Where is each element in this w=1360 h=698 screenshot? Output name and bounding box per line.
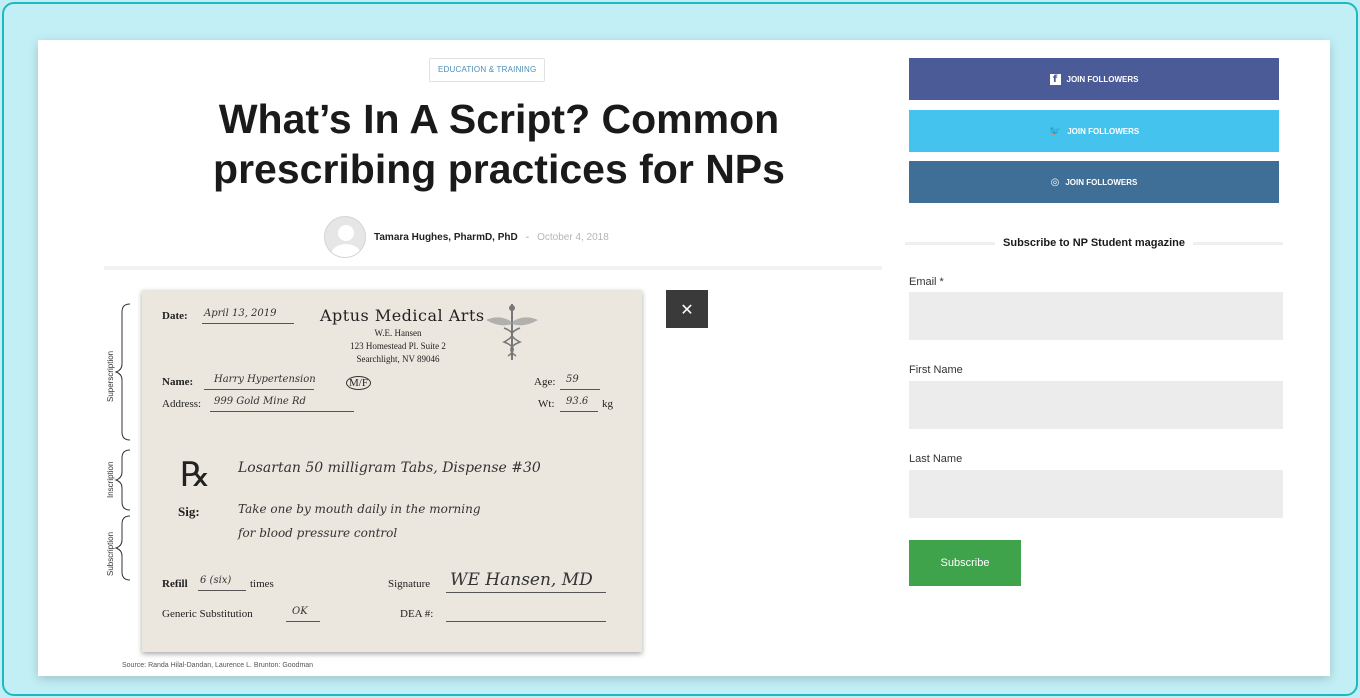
rx-sig-line-2: for blood pressure control <box>238 526 398 540</box>
author-avatar[interactable] <box>324 216 366 258</box>
last-name-label: Last Name <box>909 453 963 465</box>
rx-inscription: Losartan 50 milligram Tabs, Dispense #30 <box>238 460 541 476</box>
subscription-label: Subscription <box>106 531 115 576</box>
email-label: Email * <box>909 276 944 288</box>
rx-refill-label: Refill <box>162 578 188 590</box>
rx-signature-label: Signature <box>388 578 431 590</box>
instagram-follow-label: JOIN FOLLOWERS <box>1065 177 1138 187</box>
rx-date-label: Date: <box>162 310 188 322</box>
prescription-card: Date: April 13, 2019 Aptus Medical Arts … <box>142 290 642 652</box>
caduceus-icon <box>486 304 538 360</box>
rx-age-value: 59 <box>566 374 579 385</box>
rx-sig-label: Sig: <box>178 504 200 519</box>
rx-generic-value: OK <box>292 606 308 617</box>
rx-name-label: Name: <box>162 376 194 388</box>
instagram-follow-button[interactable]: ◎ JOIN FOLLOWERS <box>909 161 1279 203</box>
clinic-person: W.E. Hansen <box>374 328 422 338</box>
rx-refill-suffix: times <box>250 578 274 590</box>
image-source-caption: Source: Randa Hilal-Dandan, Laurence L. … <box>122 662 314 669</box>
rx-wt-label: Wt: <box>538 398 555 410</box>
facebook-icon: f <box>1049 73 1061 85</box>
twitter-follow-label: JOIN FOLLOWERS <box>1067 126 1140 136</box>
rx-refill-value: 6 (six) <box>200 575 232 586</box>
rx-name-value: Harry Hypertension <box>214 374 316 385</box>
rx-age-label: Age: <box>534 376 556 388</box>
subscribe-heading: Subscribe to NP Student magazine <box>905 234 1284 252</box>
subscribe-heading-text: Subscribe to NP Student magazine <box>1003 237 1185 249</box>
rx-address-label: Address: <box>162 398 202 410</box>
article-title: What’s In A Script? Common prescribing p… <box>213 96 785 192</box>
instagram-icon: ◎ <box>1050 176 1060 188</box>
rx-dea-label: DEA #: <box>400 608 434 620</box>
clinic-address-1: 123 Homestead Pl. Suite 2 <box>350 341 446 351</box>
facebook-follow-button[interactable]: f JOIN FOLLOWERS <box>909 58 1279 100</box>
clinic-address-2: Searchlight, NV 89046 <box>356 354 440 364</box>
first-name-label: First Name <box>909 364 963 376</box>
publish-date: October 4, 2018 <box>537 231 609 243</box>
last-name-field[interactable] <box>909 470 1283 518</box>
rx-signature-value: WE Hansen, MD <box>450 570 593 590</box>
category-tag[interactable]: EDUCATION & TRAINING <box>429 58 546 82</box>
twitter-follow-button[interactable]: 🐦 JOIN FOLLOWERS <box>909 110 1279 152</box>
rx-symbol: ℞ <box>180 455 211 495</box>
twitter-icon: 🐦 <box>1048 125 1062 137</box>
rx-wt-value: 93.6 <box>566 396 589 407</box>
byline: Tamara Hughes, PharmD, PhD - October 4, … <box>324 216 609 258</box>
rx-sig-line-1: Take one by mouth daily in the morning <box>238 502 481 516</box>
rx-sex: M/F <box>346 376 371 390</box>
subscribe-button[interactable]: Subscribe <box>909 540 1021 586</box>
web-page: EDUCATION & TRAINING What’s In A Script?… <box>38 40 1330 676</box>
clinic-name: Aptus Medical Arts <box>320 306 485 325</box>
close-image-button[interactable]: ✕ <box>666 290 708 328</box>
screenshot-frame: EDUCATION & TRAINING What’s In A Script?… <box>2 2 1358 696</box>
rx-generic-label: Generic Substitution <box>162 608 253 620</box>
first-name-field[interactable] <box>909 381 1283 429</box>
superscription-label: Superscription <box>106 350 115 402</box>
inscription-label: Inscription <box>106 461 115 498</box>
rx-wt-unit: kg <box>602 398 613 410</box>
email-field[interactable] <box>909 292 1283 340</box>
author-name[interactable]: Tamara Hughes, PharmD, PhD <box>374 232 518 243</box>
byline-separator: - <box>525 231 530 243</box>
header-divider <box>104 266 882 270</box>
rx-address-value: 999 Gold Mine Rd <box>214 396 306 407</box>
facebook-follow-label: JOIN FOLLOWERS <box>1066 74 1139 84</box>
prescription-image: Superscription Inscription Subscription … <box>104 290 708 660</box>
rx-date-value: April 13, 2019 <box>204 308 277 319</box>
